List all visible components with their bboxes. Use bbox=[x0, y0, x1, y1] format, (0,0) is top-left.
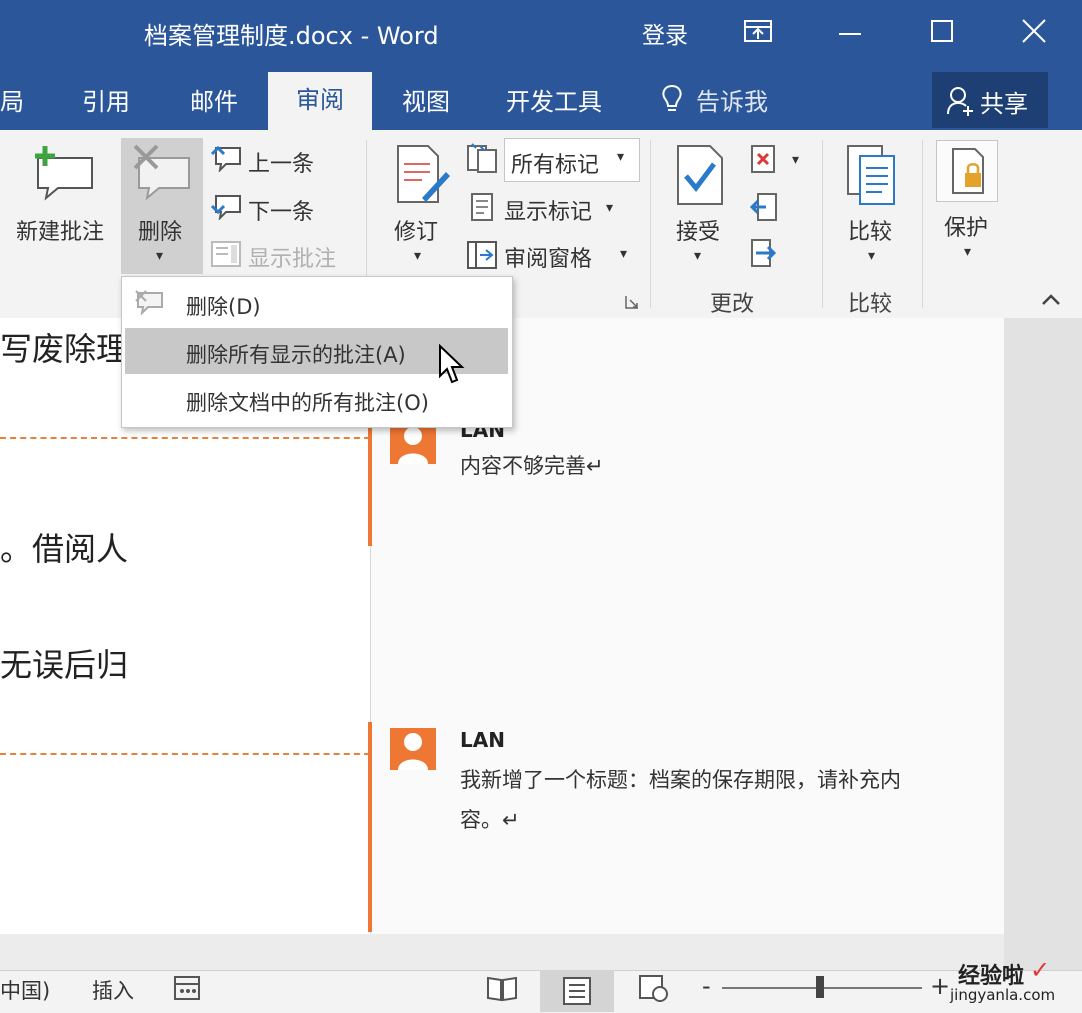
zoom-out-button[interactable]: - bbox=[702, 972, 711, 1000]
delete-dropdown-arrow-icon: ▾ bbox=[156, 248, 164, 264]
delete-label: 删除 bbox=[138, 220, 183, 245]
tell-me-search[interactable]: 告诉我 bbox=[696, 82, 768, 117]
show-comments-icon bbox=[210, 240, 242, 268]
watermark: 经验啦 ✓ jingyanla.com bbox=[950, 956, 1080, 1010]
protect-label[interactable]: 保护 bbox=[944, 210, 988, 242]
print-layout-icon bbox=[563, 977, 591, 1005]
menu-item-delete-all-shown[interactable]: 删除所有显示的批注(A) bbox=[186, 339, 406, 369]
reject-dropdown-icon[interactable]: ▾ bbox=[792, 152, 799, 168]
print-layout-button[interactable] bbox=[540, 970, 614, 1012]
reviewing-pane-icon bbox=[466, 240, 498, 270]
ribbon-display-options-icon[interactable] bbox=[734, 10, 782, 54]
delete-comment-icon bbox=[131, 144, 193, 202]
window-title: 档案管理制度.docx - Word bbox=[144, 22, 439, 50]
comment-author: LAN bbox=[460, 728, 505, 752]
comment-marker-bar bbox=[368, 420, 372, 546]
macro-recording-icon[interactable] bbox=[172, 974, 202, 1002]
display-for-review-icon bbox=[466, 142, 498, 174]
compare-label[interactable]: 比较 bbox=[848, 214, 892, 246]
share-label: 共享 bbox=[980, 90, 1028, 118]
tab-view[interactable]: 视图 bbox=[402, 82, 450, 117]
previous-comment-icon bbox=[210, 144, 242, 173]
mouse-cursor-icon bbox=[438, 343, 468, 386]
group-compare-label: 比较 bbox=[848, 292, 893, 317]
accept-label[interactable]: 接受 bbox=[676, 214, 720, 246]
new-comment-icon[interactable] bbox=[30, 144, 96, 202]
comment-text[interactable]: 我新增了一个标题：档案的保存期限，请补充内 bbox=[460, 764, 901, 794]
delete-comment-small-icon bbox=[134, 289, 164, 316]
comment-connector-line bbox=[0, 437, 370, 439]
ribbon-separator bbox=[922, 140, 923, 308]
tab-references[interactable]: 引用 bbox=[82, 82, 130, 117]
markup-select[interactable]: 所有标记 ▾ bbox=[504, 138, 640, 182]
close-icon[interactable] bbox=[1010, 10, 1058, 54]
web-layout-icon[interactable] bbox=[638, 974, 670, 1002]
title-bar: 档案管理制度.docx - Word 登录 bbox=[0, 0, 1082, 66]
track-changes-dropdown-icon[interactable]: ▾ bbox=[414, 248, 421, 264]
avatar bbox=[390, 728, 436, 770]
show-markup-icon bbox=[468, 192, 496, 222]
next-comment-button[interactable]: 下一条 bbox=[248, 194, 314, 226]
comment-marker-bar bbox=[368, 722, 372, 932]
maximize-icon[interactable] bbox=[918, 10, 966, 54]
markup-select-value: 所有标记 bbox=[511, 153, 600, 178]
show-markup-dropdown-icon[interactable]: ▾ bbox=[606, 200, 613, 216]
zoom-in-button[interactable]: + bbox=[930, 972, 950, 1000]
show-comments-button[interactable]: 显示批注 bbox=[248, 241, 336, 273]
group-changes-label: 更改 bbox=[710, 292, 755, 317]
show-markup-button[interactable]: 显示标记 bbox=[504, 194, 592, 226]
next-comment-icon bbox=[210, 192, 242, 221]
reviewing-pane-dropdown-icon[interactable]: ▾ bbox=[620, 246, 627, 262]
login-link[interactable]: 登录 bbox=[642, 16, 688, 50]
ribbon-separator bbox=[822, 140, 823, 308]
ribbon-separator bbox=[650, 140, 651, 308]
comment-text[interactable]: 容。↵ bbox=[460, 804, 520, 834]
document-text-line: 。借阅人 bbox=[0, 530, 129, 568]
document-text-line: 无误后归 bbox=[0, 646, 129, 684]
protect-icon[interactable] bbox=[936, 140, 998, 202]
comment-text[interactable]: 内容不够完善↵ bbox=[460, 450, 604, 480]
track-changes-label[interactable]: 修订 bbox=[394, 214, 438, 246]
accept-icon[interactable] bbox=[674, 144, 726, 206]
accept-dropdown-icon[interactable]: ▾ bbox=[694, 248, 701, 264]
track-changes-icon[interactable] bbox=[392, 144, 452, 206]
dialog-launcher-icon[interactable] bbox=[624, 294, 640, 310]
compare-icon[interactable] bbox=[846, 144, 898, 206]
lightbulb-icon bbox=[660, 84, 684, 114]
read-mode-icon[interactable] bbox=[486, 974, 518, 1002]
zoom-slider-thumb[interactable] bbox=[816, 976, 824, 998]
previous-comment-button[interactable]: 上一条 bbox=[248, 146, 314, 178]
tab-mailings[interactable]: 邮件 bbox=[190, 82, 238, 117]
menu-item-delete-all-in-document[interactable]: 删除文档中的所有批注(O) bbox=[186, 387, 429, 417]
tab-developer[interactable]: 开发工具 bbox=[506, 82, 602, 117]
reject-icon[interactable] bbox=[750, 144, 778, 174]
tab-review[interactable]: 审阅 bbox=[268, 72, 372, 130]
reviewing-pane-button[interactable]: 审阅窗格 bbox=[504, 241, 592, 273]
insert-mode-indicator[interactable]: 插入 bbox=[92, 975, 134, 1005]
language-indicator[interactable]: 中国) bbox=[0, 975, 50, 1005]
share-button[interactable]: 共享 bbox=[932, 72, 1048, 128]
menu-item-delete[interactable]: 删除(D) bbox=[186, 291, 261, 321]
document-text-line: 写废除理 bbox=[0, 330, 129, 368]
comment-connector-line bbox=[0, 753, 370, 755]
minimize-icon[interactable] bbox=[826, 10, 874, 54]
protect-dropdown-icon[interactable]: ▾ bbox=[964, 244, 971, 260]
watermark-url: jingyanla.com bbox=[950, 986, 1056, 1004]
user-add-icon bbox=[947, 87, 973, 116]
tab-layout[interactable]: 局 bbox=[0, 82, 24, 117]
collapse-ribbon-icon[interactable] bbox=[1040, 292, 1062, 308]
markup-select-arrow-icon: ▾ bbox=[617, 149, 625, 165]
new-comment-label[interactable]: 新建批注 bbox=[16, 214, 104, 246]
next-change-icon[interactable] bbox=[750, 238, 778, 268]
avatar bbox=[390, 422, 436, 464]
compare-dropdown-icon[interactable]: ▾ bbox=[868, 248, 875, 264]
vertical-scrollbar[interactable] bbox=[1004, 318, 1082, 970]
checkmark-icon: ✓ bbox=[1030, 956, 1051, 984]
previous-change-icon[interactable] bbox=[749, 192, 778, 222]
